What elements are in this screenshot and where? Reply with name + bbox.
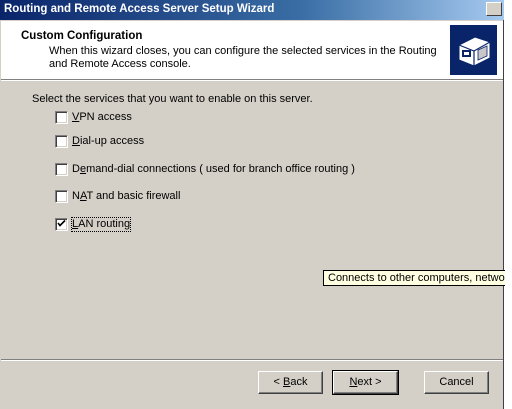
next-button[interactable]: Next >	[332, 370, 399, 395]
lan-routing-checkbox[interactable]	[55, 218, 68, 231]
demand-dial-checkbox[interactable]	[55, 163, 68, 176]
nat-firewall-checkbox[interactable]	[55, 190, 68, 203]
services-prompt: Select the services that you want to ena…	[32, 93, 313, 105]
wizard-header: Custom Configuration When this wizard cl…	[1, 21, 503, 79]
vpn-access-checkbox[interactable]	[55, 111, 68, 124]
lan-routing-label[interactable]: LAN routing	[70, 217, 132, 232]
page-title: Custom Configuration	[21, 30, 143, 42]
checkmark-icon	[57, 219, 66, 227]
vpn-access-label[interactable]: VPN access	[72, 111, 132, 124]
back-button[interactable]: < Back	[258, 371, 323, 394]
title-bar[interactable]: Routing and Remote Access Server Setup W…	[0, 0, 504, 20]
nat-firewall-label[interactable]: NAT and basic firewall	[72, 190, 180, 203]
tooltip: Connects to other computers, network	[323, 270, 512, 286]
dial-up-access-label[interactable]: Dial-up access	[72, 135, 144, 148]
cancel-button[interactable]: Cancel	[424, 371, 489, 394]
page-description: When this wizard closes, you can configu…	[49, 45, 437, 70]
close-button[interactable]	[486, 2, 502, 16]
network-server-icon	[450, 25, 497, 75]
footer-separator	[1, 359, 503, 361]
demand-dial-label[interactable]: Demand-dial connections ( used for branc…	[72, 163, 355, 176]
wizard-window: Routing and Remote Access Server Setup W…	[0, 0, 512, 409]
desktop-background	[505, 0, 512, 409]
window-title: Routing and Remote Access Server Setup W…	[4, 3, 275, 15]
dial-up-access-checkbox[interactable]	[55, 135, 68, 148]
header-separator	[1, 79, 503, 81]
